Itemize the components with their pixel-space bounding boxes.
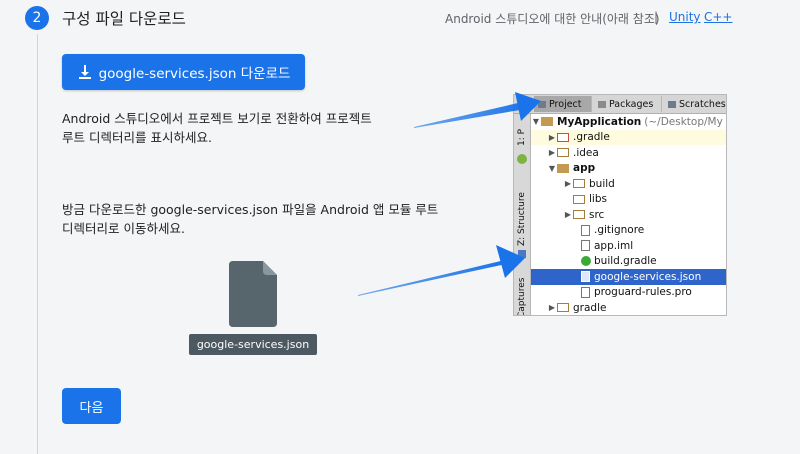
tree-item-gitignore: .gitignore <box>531 223 726 239</box>
tree-item-idea: ▶ .idea <box>531 145 726 161</box>
tree-item-path: (~/Desktop/My <box>644 115 723 128</box>
step-title: 구성 파일 다운로드 <box>62 10 186 28</box>
folder-icon <box>573 210 585 220</box>
tree-item-label: build.gradle <box>594 255 657 268</box>
tree-item-app-iml: app.iml <box>531 238 726 254</box>
tree-item-gradle-hidden: ▶ .gradle <box>531 129 726 145</box>
next-button[interactable]: 다음 <box>62 388 121 424</box>
expand-arrow-icon: ▼ <box>532 117 540 127</box>
download-icon <box>78 65 91 79</box>
ide-tab-bar: Project Packages Scratches <box>514 95 726 114</box>
tree-item-build-gradle: build.gradle <box>531 254 726 270</box>
cpp-link[interactable]: C++ <box>704 10 733 24</box>
download-config-button[interactable]: google-services.json 다운로드 <box>62 54 305 90</box>
tree-item-libs: libs <box>531 192 726 208</box>
side-tab-project: 1: P <box>517 128 527 146</box>
instruction-move-file: 방금 다운로드한 google-services.json 파일을 Androi… <box>62 200 438 238</box>
tree-item-gradle: ▶ gradle <box>531 300 726 315</box>
side-tab-captures: Captures <box>517 277 527 316</box>
ide-tab-scratches-label: Scratches <box>679 98 726 110</box>
ide-scratches-icon <box>668 100 676 108</box>
instruction-move-file-line2: 디렉터리로 이동하세요. <box>62 221 185 236</box>
collapse-arrow-icon: ▶ <box>564 210 572 220</box>
tree-item-label: MyApplication <box>557 115 642 128</box>
file-name-label: google-services.json <box>189 334 317 355</box>
ide-side-toolbar: 1: P Z: Structure Captures <box>514 114 531 315</box>
tree-item-label: proguard-rules.pro <box>594 286 692 299</box>
tree-item-label: src <box>589 208 605 221</box>
ide-packages-icon <box>598 100 606 108</box>
step-number-badge: 2 <box>25 6 49 30</box>
header-separator: | <box>654 10 659 24</box>
side-tab-structure: Z: Structure <box>517 192 527 246</box>
android-studio-guide-text: Android 스튜디오에 대한 안내(아래 참조) <box>445 12 660 26</box>
ide-tab-project: Project <box>534 96 592 112</box>
instruction-project-view-line1: Android 스튜디오에서 프로젝트 보기로 전환하여 프로젝트 <box>62 111 372 126</box>
step-connector-line <box>37 34 38 454</box>
tree-item-label: app.iml <box>594 239 634 252</box>
folder-icon <box>573 194 585 204</box>
ide-tab-packages: Packages <box>594 96 662 112</box>
tree-item-app: ▼ app <box>531 161 726 177</box>
file-icon <box>581 224 590 236</box>
instruction-project-view-line2: 루트 디렉터리를 표시하세요. <box>62 130 212 145</box>
module-folder-icon <box>557 163 569 173</box>
module-folder-icon <box>541 117 553 127</box>
folder-icon <box>557 303 569 313</box>
tree-item-label: app <box>573 162 596 175</box>
collapse-arrow-icon: ▶ <box>548 132 556 142</box>
instruction-project-view: Android 스튜디오에서 프로젝트 보기로 전환하여 프로젝트 루트 디렉터… <box>62 109 372 147</box>
file-icon <box>581 240 590 252</box>
ide-project-icon <box>538 100 546 108</box>
tree-item-label: libs <box>589 193 607 206</box>
collapse-arrow-icon: ▶ <box>548 148 556 158</box>
collapse-arrow-icon: ▶ <box>564 179 572 189</box>
tree-item-label: .idea <box>573 146 599 159</box>
gradle-icon <box>581 256 591 267</box>
ide-tab-scratches: Scratches <box>664 96 726 112</box>
folder-red-icon <box>557 132 569 142</box>
json-file-icon <box>581 271 590 283</box>
android-icon <box>517 154 527 164</box>
download-config-label: google-services.json 다운로드 <box>98 66 291 82</box>
tree-item-label: .gradle <box>573 131 610 144</box>
structure-icon <box>518 250 526 258</box>
ide-tab-packages-label: Packages <box>609 98 654 110</box>
unity-link[interactable]: Unity <box>669 10 701 24</box>
arrow-to-google-services-icon <box>358 245 525 296</box>
expand-arrow-icon: ▼ <box>548 163 556 173</box>
collapse-arrow-icon: ▶ <box>548 303 556 313</box>
tree-item-label: google-services.json <box>594 270 702 283</box>
tree-item-google-services-json: google-services.json <box>531 269 726 285</box>
folder-icon <box>573 179 585 189</box>
tree-item-label: gradle <box>573 301 607 314</box>
tree-item-build: ▶ build <box>531 176 726 192</box>
file-icon <box>229 261 277 327</box>
tree-item-myapplication: ▼ MyApplication (~/Desktop/My <box>531 114 726 130</box>
android-studio-project-panel: Project Packages Scratches 1: P Z: Struc… <box>513 94 727 316</box>
file-icon <box>581 286 590 298</box>
tree-item-proguard: proguard-rules.pro <box>531 285 726 301</box>
tree-item-label: build <box>589 177 615 190</box>
tree-item-src: ▶ src <box>531 207 726 223</box>
tree-item-label: .gitignore <box>594 224 645 237</box>
folder-icon <box>557 148 569 158</box>
ide-tab-project-label: Project <box>549 98 582 110</box>
instruction-move-file-line1: 방금 다운로드한 google-services.json 파일을 Androi… <box>62 202 439 217</box>
